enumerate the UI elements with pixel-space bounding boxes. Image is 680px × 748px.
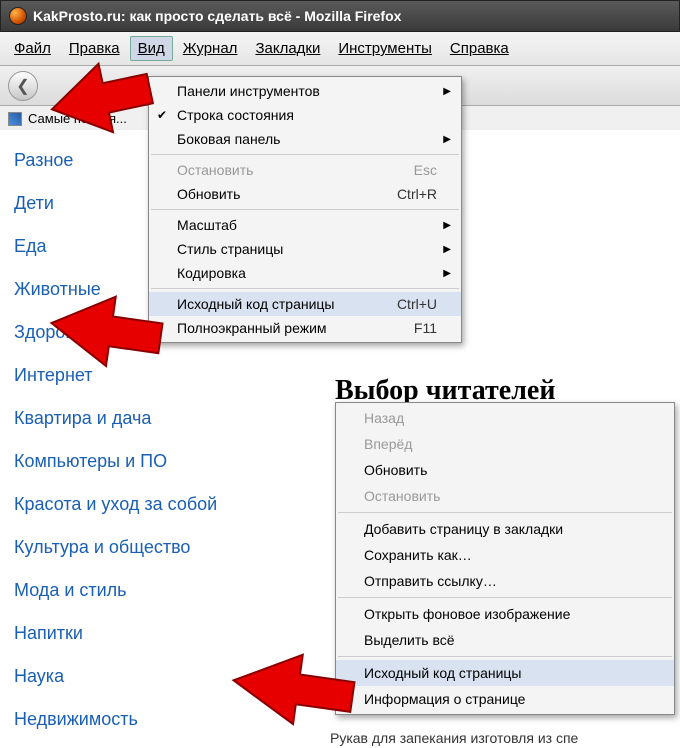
- window-title: KakProsto.ru: как просто сделать всё - M…: [33, 8, 401, 24]
- ctx-page-source[interactable]: Исходный код страницы: [336, 660, 674, 686]
- ctx-open-bg-image[interactable]: Открыть фоновое изображение: [336, 601, 674, 627]
- separator: [338, 597, 672, 598]
- separator: [338, 656, 672, 657]
- menu-file[interactable]: Файл: [6, 36, 59, 61]
- ctx-reload[interactable]: Обновить: [336, 457, 674, 483]
- view-menu-dropdown: Панели инструментов▶ ✔ Строка состояния …: [148, 76, 462, 343]
- sidebar-item[interactable]: Красота и уход за собой: [14, 494, 294, 515]
- sidebar-item[interactable]: Недвижимость: [14, 709, 294, 730]
- menu-encoding[interactable]: Кодировка▶: [149, 261, 461, 285]
- ctx-save-as[interactable]: Сохранить как…: [336, 542, 674, 568]
- context-menu: Назад Вперёд Обновить Остановить Добавит…: [335, 402, 675, 715]
- article-snippet: Рукав для запекания изготовля из спе: [330, 730, 578, 746]
- sidebar-item[interactable]: Культура и общество: [14, 537, 294, 558]
- menu-edit[interactable]: Правка: [61, 36, 128, 61]
- chevron-right-icon: ▶: [443, 244, 451, 255]
- separator: [151, 209, 459, 210]
- sidebar-item[interactable]: Наука: [14, 666, 294, 687]
- sidebar-item[interactable]: Напитки: [14, 623, 294, 644]
- firefox-icon: [9, 7, 27, 25]
- bookmark-favicon: [8, 112, 22, 126]
- menu-page-style[interactable]: Стиль страницы▶: [149, 237, 461, 261]
- menu-page-source[interactable]: Исходный код страницыCtrl+U: [149, 292, 461, 316]
- sidebar-item[interactable]: Компьютеры и ПО: [14, 451, 294, 472]
- menu-stop: ОстановитьEsc: [149, 158, 461, 182]
- sidebar-item[interactable]: Интернет: [14, 365, 294, 386]
- ctx-stop: Остановить: [336, 483, 674, 509]
- chevron-right-icon: ▶: [443, 86, 451, 97]
- menu-fullscreen[interactable]: Полноэкранный режимF11: [149, 316, 461, 340]
- check-icon: ✔: [157, 108, 167, 122]
- bookmark-most-visited[interactable]: Самые популя...: [28, 111, 127, 126]
- separator: [151, 154, 459, 155]
- ctx-page-info[interactable]: Информация о странице: [336, 686, 674, 712]
- ctx-forward: Вперёд: [336, 431, 674, 457]
- menu-side-panel[interactable]: Боковая панель▶: [149, 127, 461, 151]
- ctx-send-link[interactable]: Отправить ссылку…: [336, 568, 674, 594]
- menu-reload[interactable]: ОбновитьCtrl+R: [149, 182, 461, 206]
- menubar: Файл Правка Вид Журнал Закладки Инструме…: [0, 32, 680, 66]
- menu-view[interactable]: Вид: [130, 36, 173, 61]
- sidebar-item[interactable]: Квартира и дача: [14, 408, 294, 429]
- ctx-select-all[interactable]: Выделить всё: [336, 627, 674, 653]
- menu-toolbars[interactable]: Панели инструментов▶: [149, 79, 461, 103]
- menu-bookmarks[interactable]: Закладки: [247, 36, 328, 61]
- window-titlebar: KakProsto.ru: как просто сделать всё - M…: [0, 0, 680, 32]
- chevron-right-icon: ▶: [443, 220, 451, 231]
- ctx-back: Назад: [336, 405, 674, 431]
- menu-status-bar[interactable]: ✔ Строка состояния: [149, 103, 461, 127]
- menu-help[interactable]: Справка: [442, 36, 517, 61]
- menu-tools[interactable]: Инструменты: [330, 36, 440, 61]
- sidebar-item[interactable]: Мода и стиль: [14, 580, 294, 601]
- chevron-right-icon: ▶: [443, 134, 451, 145]
- menu-zoom[interactable]: Масштаб▶: [149, 213, 461, 237]
- chevron-right-icon: ▶: [443, 268, 451, 279]
- back-button[interactable]: ❮: [8, 71, 38, 101]
- separator: [338, 512, 672, 513]
- menu-history[interactable]: Журнал: [175, 36, 246, 61]
- chevron-left-icon: ❮: [16, 76, 29, 96]
- ctx-add-bookmark[interactable]: Добавить страницу в закладки: [336, 516, 674, 542]
- separator: [151, 288, 459, 289]
